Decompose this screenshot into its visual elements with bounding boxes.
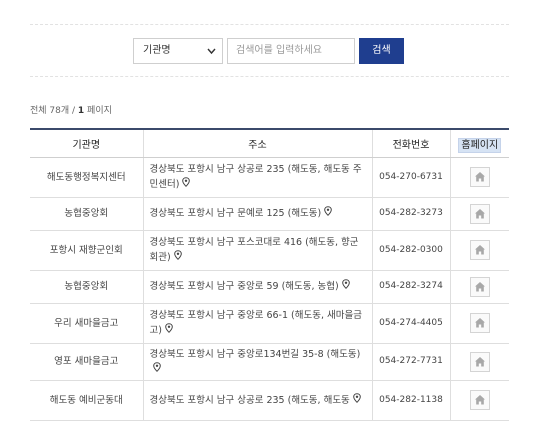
cell-homepage (449, 303, 509, 344)
col-header-name: 기관명 (30, 128, 143, 158)
map-pin-icon[interactable] (353, 392, 361, 408)
home-icon[interactable] (469, 390, 490, 410)
select-value: 기관명 (143, 45, 171, 56)
chevron-down-icon (207, 39, 216, 73)
cell-name: 해도동 예비군동대 (30, 380, 143, 421)
home-icon[interactable] (469, 313, 490, 333)
result-summary: 전체 78개 / 1 페이지 (30, 106, 112, 116)
cell-tel: 054-282-3274 (371, 270, 450, 304)
home-icon[interactable] (469, 276, 490, 297)
search-divider (30, 76, 509, 77)
map-pin-icon[interactable] (182, 177, 191, 192)
top-divider (30, 24, 509, 25)
cell-tel: 054-274-4405 (371, 303, 450, 344)
cell-homepage (449, 197, 509, 231)
home-icon[interactable] (469, 167, 490, 187)
table-row: 농협중앙회 경상북도 포항시 남구 문예로 125 (해도동) 054-282-32… (30, 197, 509, 231)
map-pin-icon[interactable] (152, 361, 161, 377)
map-pin-icon[interactable] (173, 250, 182, 265)
home-icon[interactable] (469, 203, 490, 224)
cell-name: 해도동행정복지센터 (30, 157, 143, 198)
map-pin-icon[interactable] (324, 206, 333, 221)
cell-tel: 054-282-3273 (371, 197, 450, 231)
cell-address: 경상북도 포항시 남구 중앙로 66-1 (해도동, 새마을금고) (142, 303, 372, 344)
search-input[interactable]: 검색어를 입력하세요 (227, 38, 355, 64)
home-icon[interactable] (469, 351, 490, 372)
cell-address: 경상북도 포항시 남구 상공로 235 (해도동, 해도동 (142, 380, 372, 421)
institution-table: 기관명 주소 전화번호 홈페이지 해도동행정복지센터 경상북도 포항시 남구 상공… (30, 128, 509, 421)
home-icon[interactable] (469, 240, 490, 260)
cell-homepage (449, 230, 509, 271)
table-row: 포항시 재향군인회 경상북도 포항시 남구 포스코대로 416 (해도동, 향군회… (30, 230, 509, 271)
cell-tel: 054-270-6731 (371, 157, 450, 198)
table-row: 우리 새마을금고 경상북도 포항시 남구 중앙로 66-1 (해도동, 새마을금고… (30, 303, 509, 344)
col-header-address: 주소 (142, 128, 372, 158)
search-field-select[interactable]: 기관명 (133, 38, 223, 64)
cell-name: 농협중앙회 (30, 270, 143, 304)
cell-tel: 054-282-1138 (371, 380, 450, 421)
cell-name: 포항시 재향군인회 (30, 230, 143, 271)
search-button[interactable]: 검색 (359, 38, 404, 64)
cell-name: 농협중앙회 (30, 197, 143, 231)
table-header-row: 기관명 주소 전화번호 홈페이지 (30, 128, 509, 158)
cell-name: 영포 새마을금고 (30, 343, 143, 381)
cell-homepage (449, 157, 509, 198)
col-header-tel: 전화번호 (371, 128, 450, 158)
table-row: 해도동행정복지센터 경상북도 포항시 남구 상공로 235 (해도동, 해도동 주… (30, 157, 509, 198)
cell-name: 우리 새마을금고 (30, 303, 143, 344)
cell-address: 경상북도 포항시 남구 중앙로 59 (해도동, 농협) (142, 270, 372, 304)
cell-homepage (449, 380, 509, 421)
cell-homepage (449, 343, 509, 381)
table-row: 해도동 예비군동대 경상북도 포항시 남구 상공로 235 (해도동, 해도동 05… (30, 380, 509, 421)
map-pin-icon[interactable] (341, 279, 350, 294)
cell-address: 경상북도 포항시 남구 문예로 125 (해도동) (142, 197, 372, 231)
table-row: 농협중앙회 경상북도 포항시 남구 중앙로 59 (해도동, 농협) 054-282… (30, 270, 509, 304)
cell-homepage (449, 270, 509, 304)
cell-address: 경상북도 포항시 남구 상공로 235 (해도동, 해도동 주민센터) (142, 157, 372, 198)
cell-tel: 054-282-0300 (371, 230, 450, 271)
table-row: 영포 새마을금고 경상북도 포항시 남구 중앙로134번길 35-8 (해도동) 0… (30, 343, 509, 381)
cell-address: 경상북도 포항시 남구 포스코대로 416 (해도동, 향군회관) (142, 230, 372, 271)
cell-tel: 054-272-7731 (371, 343, 450, 381)
map-pin-icon[interactable] (165, 323, 173, 338)
col-header-homepage: 홈페이지 (449, 128, 509, 158)
cell-address: 경상북도 포항시 남구 중앙로134번길 35-8 (해도동) (142, 343, 372, 381)
